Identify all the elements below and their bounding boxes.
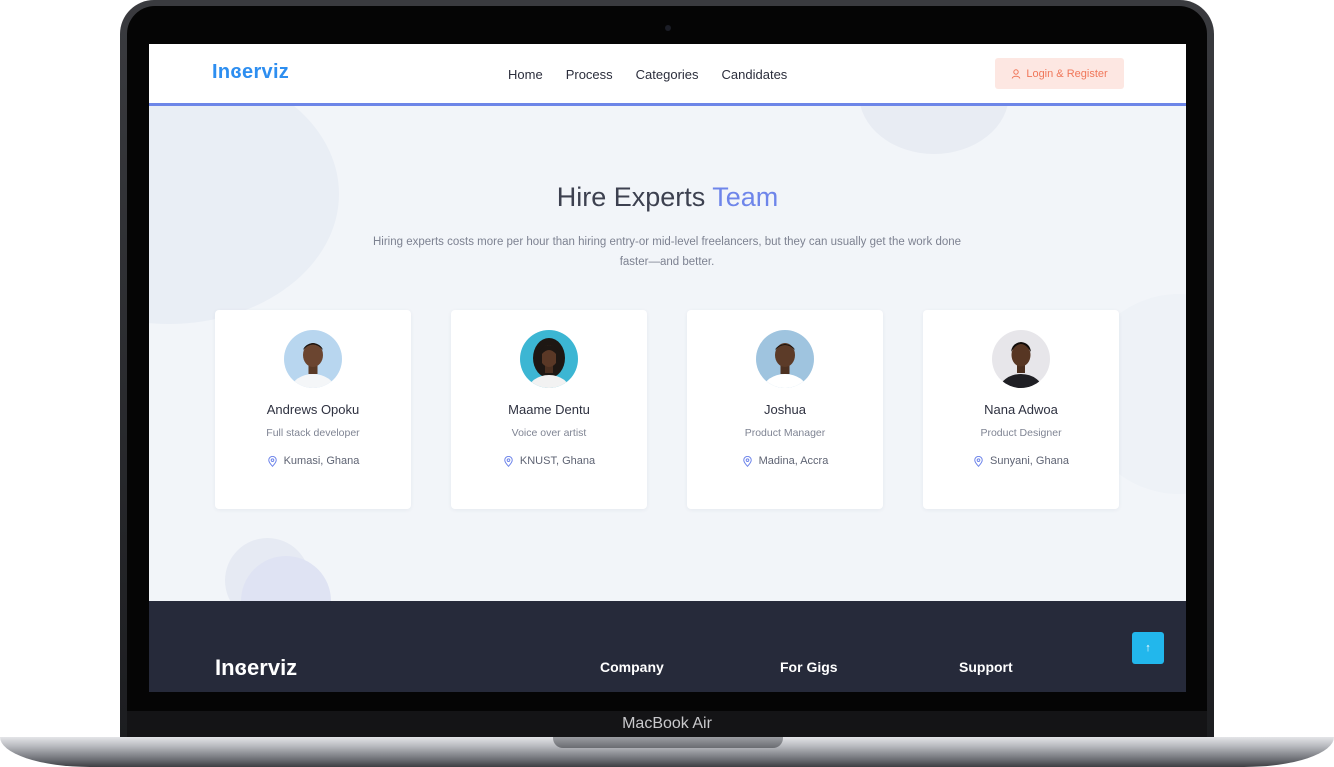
nav-candidates[interactable]: Candidates xyxy=(722,67,788,82)
title-accent: Team xyxy=(712,182,779,212)
login-register-label: Login & Register xyxy=(1026,67,1108,80)
user-icon xyxy=(1012,68,1021,79)
avatar xyxy=(756,330,814,388)
device-label: MacBook Air xyxy=(622,715,712,732)
candidate-name: Nana Adwoa xyxy=(984,402,1058,417)
nav-process[interactable]: Process xyxy=(566,67,613,82)
candidate-card[interactable]: Nana Adwoa Product Designer Sunyani, Gha… xyxy=(923,310,1119,509)
location-text: Madina, Accra xyxy=(758,455,829,467)
macbook-mockup: MacBook Air Inɞerviz Home Process Catego… xyxy=(0,0,1334,767)
nav-home[interactable]: Home xyxy=(508,67,543,82)
candidate-name: Maame Dentu xyxy=(508,402,590,417)
site-footer: Inɞerviz Company For Gigs Support xyxy=(149,601,1186,692)
title-main: Hire Experts xyxy=(556,182,706,212)
login-register-button[interactable]: Login & Register xyxy=(995,58,1124,89)
candidate-location: Kumasi, Ghana xyxy=(215,455,411,467)
candidate-cards: Andrews Opoku Full stack developer Kumas… xyxy=(215,310,1119,509)
candidate-role: Voice over artist xyxy=(511,427,587,439)
scroll-to-top-button[interactable]: ↑ xyxy=(1132,632,1164,664)
section-description: Hiring experts costs more per hour than … xyxy=(372,236,962,268)
footer-logo[interactable]: Inɞerviz xyxy=(215,655,297,681)
brand-logo[interactable]: Inɞerviz xyxy=(212,61,289,84)
map-pin-icon xyxy=(504,455,513,467)
candidate-name: Joshua xyxy=(764,402,806,417)
candidate-card[interactable]: Andrews Opoku Full stack developer Kumas… xyxy=(215,310,411,509)
footer-heading-company: Company xyxy=(600,659,664,675)
candidate-role: Product Manager xyxy=(744,427,826,439)
top-navbar: Inɞerviz Home Process Categories Candida… xyxy=(149,44,1186,106)
website-screen: Inɞerviz Home Process Categories Candida… xyxy=(149,44,1186,692)
candidate-card[interactable]: Maame Dentu Voice over artist KNUST, Gha… xyxy=(451,310,647,509)
candidate-location: Sunyani, Ghana xyxy=(923,455,1119,467)
candidate-name: Andrews Opoku xyxy=(266,402,360,417)
map-pin-icon xyxy=(742,455,752,467)
candidate-role: Full stack developer xyxy=(266,427,360,439)
location-text: Sunyani, Ghana xyxy=(990,455,1069,467)
nav-menu: Home Process Categories Candidates xyxy=(508,67,787,82)
avatar xyxy=(992,330,1050,388)
camera-dot xyxy=(665,25,671,31)
nav-categories[interactable]: Categories xyxy=(636,67,699,82)
location-text: KNUST, Ghana xyxy=(519,455,596,467)
laptop-notch xyxy=(553,737,783,748)
candidate-location: KNUST, Ghana xyxy=(451,455,647,467)
arrow-up-icon: ↑ xyxy=(1145,642,1151,654)
candidate-location: Madina, Accra xyxy=(687,455,883,467)
footer-heading-for-gigs: For Gigs xyxy=(780,659,838,675)
location-text: Kumasi, Ghana xyxy=(283,455,360,467)
footer-heading-support: Support xyxy=(959,659,1013,675)
avatar xyxy=(520,330,578,388)
candidate-card[interactable]: Joshua Product Manager Madina, Accra xyxy=(687,310,883,509)
map-pin-icon xyxy=(974,455,983,467)
section-title: Hire Experts Team xyxy=(149,182,1186,213)
candidate-role: Product Designer xyxy=(980,427,1062,439)
map-pin-icon xyxy=(267,455,277,467)
avatar xyxy=(284,330,342,388)
